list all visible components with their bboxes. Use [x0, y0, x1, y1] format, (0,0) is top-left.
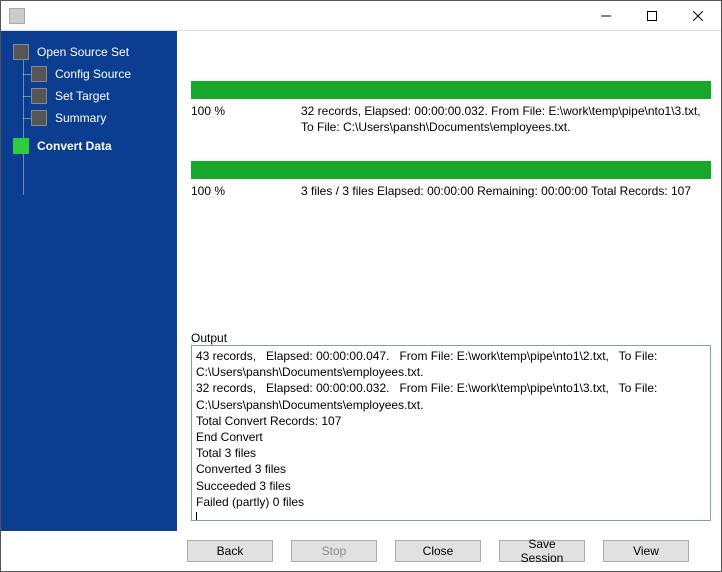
wizard-sidebar: Open Source Set Config Source Set Target… [1, 31, 177, 531]
back-button[interactable]: Back [187, 540, 273, 562]
step-box-icon [31, 110, 47, 126]
sidebar-item-label: Open Source Set [37, 45, 129, 59]
sidebar-item-label: Summary [55, 111, 106, 125]
total-progress-percent: 100 % [191, 183, 301, 199]
output-log[interactable]: 43 records, Elapsed: 00:00:00.047. From … [191, 345, 711, 521]
total-progress-info: 3 files / 3 files Elapsed: 00:00:00 Rema… [301, 183, 711, 199]
sidebar-item-label: Convert Data [37, 139, 112, 153]
window-body: Open Source Set Config Source Set Target… [1, 31, 721, 531]
app-window: Open Source Set Config Source Set Target… [0, 0, 722, 572]
titlebar [1, 1, 721, 31]
close-button[interactable]: Close [395, 540, 481, 562]
minimize-icon [601, 11, 611, 21]
maximize-icon [647, 11, 657, 21]
window-controls [583, 1, 721, 31]
maximize-button[interactable] [629, 1, 675, 31]
step-box-icon [31, 66, 47, 82]
output-label: Output [191, 321, 711, 345]
app-icon [9, 8, 25, 24]
sidebar-item-summary[interactable]: Summary [1, 107, 177, 129]
step-box-icon [13, 44, 29, 60]
file-progress-section: 100 % 32 records, Elapsed: 00:00:00.032.… [191, 81, 711, 135]
close-window-button[interactable] [675, 1, 721, 31]
save-session-button[interactable]: Save Session [499, 540, 585, 562]
sidebar-item-convert-data[interactable]: Convert Data [1, 135, 177, 157]
text-cursor [196, 512, 197, 521]
wizard-button-row: Back Stop Close Save Session View [1, 531, 721, 571]
file-progress-bar [191, 81, 711, 99]
minimize-button[interactable] [583, 1, 629, 31]
main-panel: 100 % 32 records, Elapsed: 00:00:00.032.… [177, 31, 721, 531]
file-progress-percent: 100 % [191, 103, 301, 135]
view-button[interactable]: View [603, 540, 689, 562]
sidebar-item-label: Set Target [55, 89, 109, 103]
sidebar-item-open-source-set[interactable]: Open Source Set [1, 41, 177, 63]
output-text: 43 records, Elapsed: 00:00:00.047. From … [196, 349, 661, 509]
sidebar-item-config-source[interactable]: Config Source [1, 63, 177, 85]
sidebar-item-label: Config Source [55, 67, 131, 81]
step-box-icon [31, 88, 47, 104]
file-progress-info: 32 records, Elapsed: 00:00:00.032. From … [301, 103, 711, 135]
total-progress-bar [191, 161, 711, 179]
sidebar-item-set-target[interactable]: Set Target [1, 85, 177, 107]
step-box-icon [13, 138, 29, 154]
total-progress-section: 100 % 3 files / 3 files Elapsed: 00:00:0… [191, 161, 711, 199]
close-icon [693, 11, 703, 21]
stop-button[interactable]: Stop [291, 540, 377, 562]
